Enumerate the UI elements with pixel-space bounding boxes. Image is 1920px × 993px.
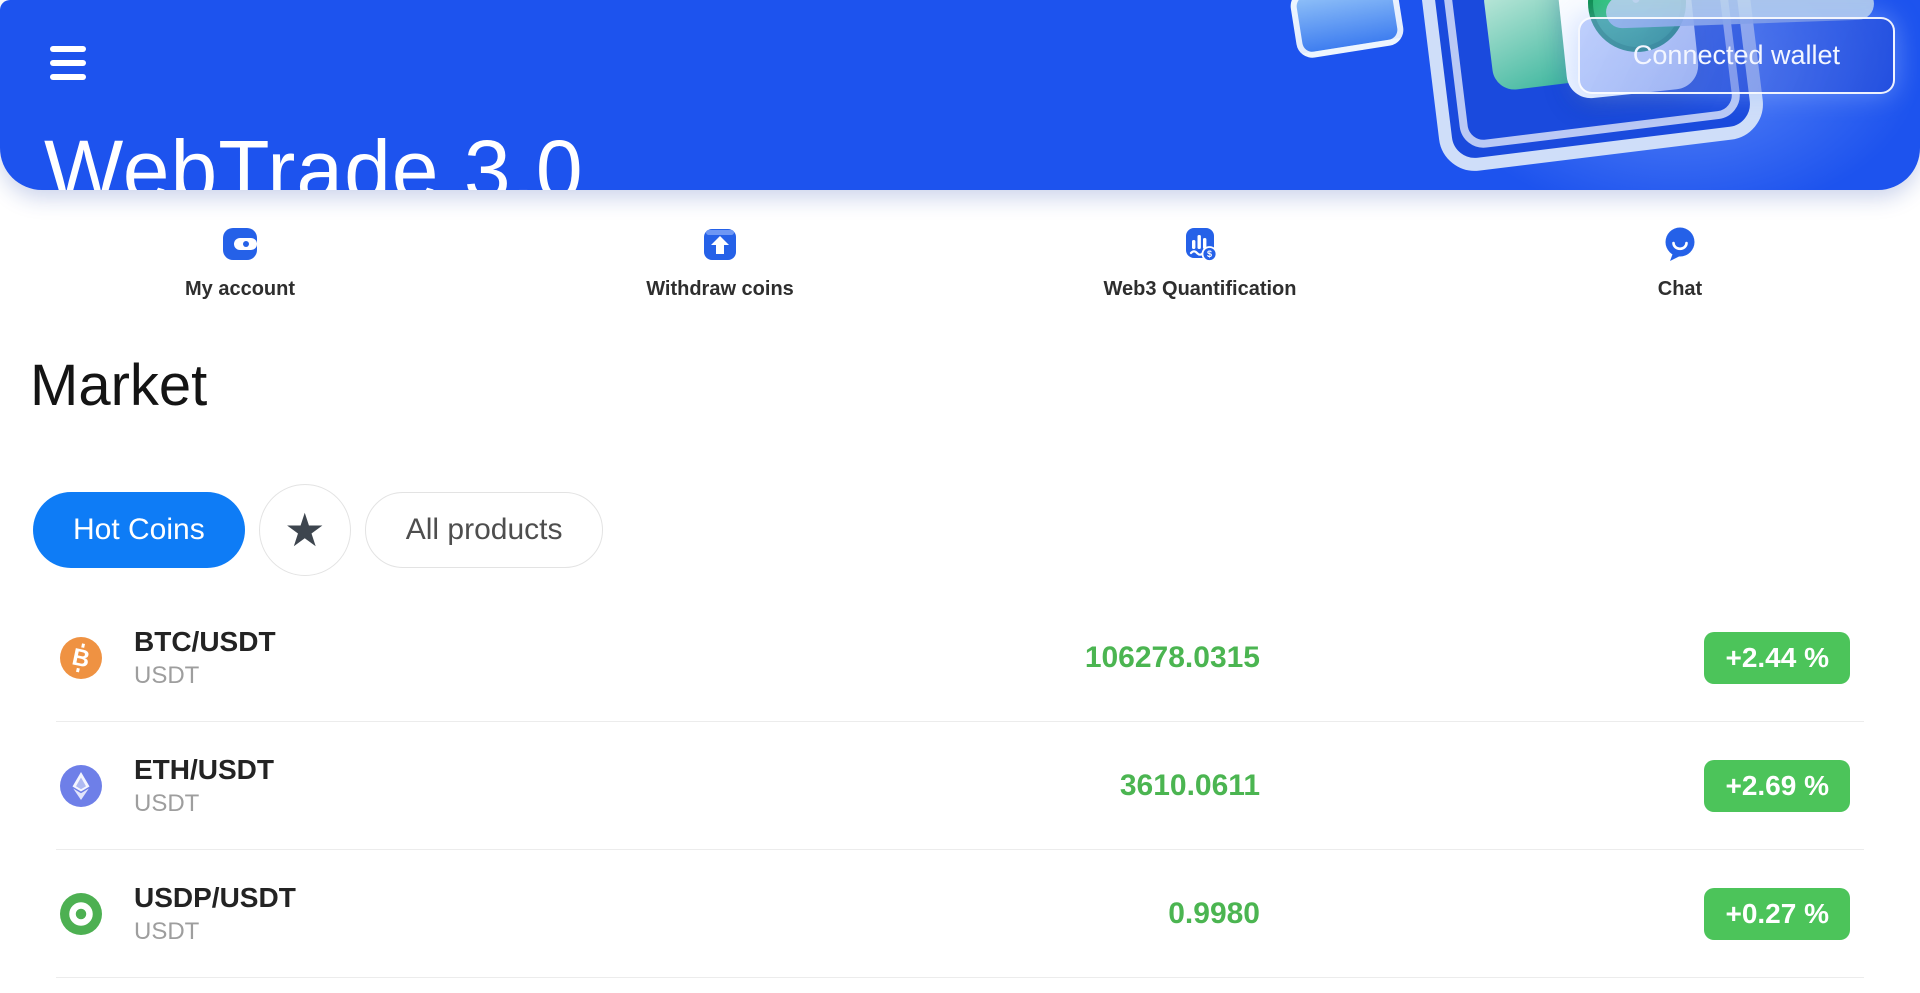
star-icon: ★ [284,507,325,553]
change-badge: +2.44 % [1704,632,1850,684]
withdraw-arrow-icon [700,224,740,264]
quick-action-label: Web3 Quantification [1104,278,1297,301]
filter-all-products[interactable]: All products [365,492,604,568]
market-row-btc-usdt[interactable]: B BTC/USDT USDT 106278.0315 +2.44 % [56,594,1864,722]
quick-action-label: My account [185,278,295,301]
market-row-eth-usdt[interactable]: ETH/USDT USDT 3610.0611 +2.69 % [56,722,1864,850]
last-price: 3610.0611 [56,769,1260,803]
page-title: Market [30,352,207,419]
chart-coin-icon: $ [1180,224,1220,264]
last-price: 0.9980 [56,897,1260,931]
change-badge: +0.27 % [1704,888,1850,940]
illustration-cube [1288,0,1405,60]
hamburger-menu-icon[interactable] [50,46,86,80]
quick-actions-bar: My account Withdraw coins [0,190,1920,301]
quick-action-my-account[interactable]: My account [0,190,480,301]
change-badge: +2.69 % [1704,760,1850,812]
check-mark [1632,0,1643,3]
quick-action-label: Chat [1658,278,1702,301]
market-row-usdp-usdt[interactable]: USDP/USDT USDT 0.9980 +0.27 % [56,850,1864,978]
connected-wallet-button[interactable]: Connected wallet [1578,17,1895,94]
app-title: WebTrade 3.0 [44,122,584,190]
chat-bubble-icon [1660,224,1700,264]
quick-action-chat[interactable]: Chat [1440,190,1920,301]
market-list: B BTC/USDT USDT 106278.0315 +2.44 % [56,594,1864,978]
app-header: Connected wallet WebTrade 3.0 [0,0,1920,190]
svg-text:$: $ [1207,249,1212,259]
filter-hot-coins[interactable]: Hot Coins [33,492,245,568]
app-page: Connected wallet WebTrade 3.0 My account [0,0,1920,993]
wallet-icon [220,224,260,264]
quick-action-web3-quantification[interactable]: $ Web3 Quantification [960,190,1440,301]
quick-action-withdraw-coins[interactable]: Withdraw coins [480,190,960,301]
market-filters: Hot Coins ★ All products [33,484,603,576]
favorites-button[interactable]: ★ [259,484,351,576]
last-price: 106278.0315 [56,641,1260,675]
quick-action-label: Withdraw coins [646,278,794,301]
